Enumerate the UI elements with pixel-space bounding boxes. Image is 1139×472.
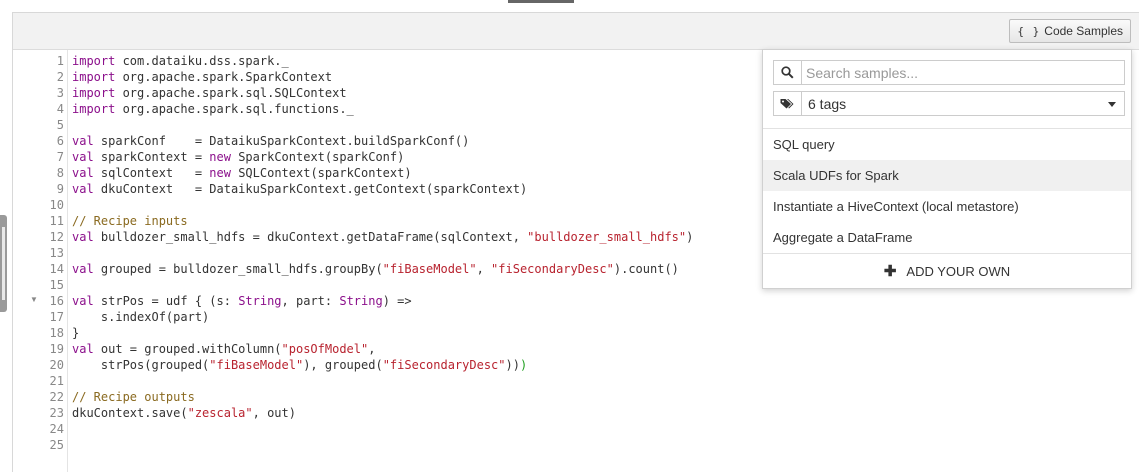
add-your-own-label: ADD YOUR OWN [906, 263, 1011, 279]
line-number: 9 [56, 182, 64, 196]
panel-resize-handle[interactable] [0, 215, 7, 312]
active-tab-indicator [508, 0, 574, 3]
line-number: 22 [49, 390, 64, 404]
code-line-20: strPos(grouped("fiBaseModel"), grouped("… [72, 358, 528, 372]
line-number: 8 [56, 166, 64, 180]
code-samples-popup: 6 tags SQL query Scala UDFs for Spark In… [762, 49, 1132, 289]
braces-icon: { } [1017, 24, 1041, 38]
line-number: 5 [56, 118, 64, 132]
fold-arrow-icon[interactable]: ▼ [30, 292, 38, 308]
code-line-4: import org.apache.spark.sql.functions._ [72, 102, 354, 116]
search-box [773, 60, 1130, 85]
code-line-11: // Recipe inputs [72, 214, 188, 228]
tags-select[interactable]: 6 tags [773, 91, 1125, 116]
line-number: 18 [49, 326, 64, 340]
line-number: 23 [49, 406, 64, 420]
line-number: 14 [49, 262, 64, 276]
line-number: 2 [56, 70, 64, 84]
line-number: 24 [49, 422, 64, 436]
line-number: 21 [49, 374, 64, 388]
sample-item-aggregate-dataframe[interactable]: Aggregate a DataFrame [763, 222, 1131, 253]
line-number: 1 [56, 54, 64, 68]
line-number: 6 [56, 134, 64, 148]
code-line-23: dkuContext.save("zescala", out) [72, 406, 296, 420]
editor-toolbar: { } Code Samples [13, 13, 1139, 50]
code-line-9: val dkuContext = DataikuSparkContext.get… [72, 182, 528, 196]
code-line-14: val grouped = bulldozer_small_hdfs.group… [72, 262, 679, 276]
sample-item-scala-udfs[interactable]: Scala UDFs for Spark [763, 160, 1131, 191]
line-number-gutter: 1 2 3 4 5 6 7 8 9 10 11 12 13 14 15 16 17 18 19 20 21 22 23 24 2… [13, 50, 68, 472]
code-line-8: val sqlContext = new SQLContext(sparkCon… [72, 166, 412, 180]
search-samples-input[interactable] [802, 61, 1130, 84]
code-line-19: val out = grouped.withColumn("posOfModel… [72, 342, 376, 356]
line-number: 3 [56, 86, 64, 100]
code-samples-button[interactable]: { } Code Samples [1009, 19, 1131, 43]
plus-icon: ✚ [883, 263, 897, 280]
code-line-22: // Recipe outputs [72, 390, 195, 404]
line-number: 20 [49, 358, 64, 372]
code-samples-label: Code Samples [1044, 24, 1123, 38]
add-your-own-button[interactable]: ✚ ADD YOUR OWN [763, 254, 1131, 288]
code-line-17: s.indexOf(part) [72, 310, 210, 324]
code-line-7: val sparkContext = new SparkContext(spar… [72, 150, 405, 164]
code-line-18: } [72, 326, 80, 340]
line-number: 13 [49, 246, 64, 260]
code-line-16: val strPos = udf { (s: String, part: Str… [72, 294, 412, 308]
search-icon [774, 61, 802, 84]
line-number: 25 [49, 438, 64, 452]
code-line-12: val bulldozer_small_hdfs = dkuContext.ge… [72, 230, 694, 244]
line-number: 10 [49, 198, 64, 212]
chevron-down-icon [1108, 102, 1116, 107]
code-line-6: val sparkConf = DataikuSparkContext.buil… [72, 134, 470, 148]
line-number: 4 [56, 102, 64, 116]
line-number: 12 [49, 230, 64, 244]
line-number: 19 [49, 342, 64, 356]
sample-item-sql-query[interactable]: SQL query [763, 129, 1131, 160]
tags-icon [774, 92, 802, 115]
tags-label: 6 tags [808, 96, 847, 112]
code-line-2: import org.apache.spark.SparkContext [72, 70, 333, 84]
line-number: 16 [49, 294, 64, 308]
line-number: 17 [49, 310, 64, 324]
sample-item-hivecontext[interactable]: Instantiate a HiveContext (local metasto… [763, 191, 1131, 222]
code-line-1: import com.dataiku.dss.spark._ [72, 54, 289, 68]
line-number: 7 [56, 150, 64, 164]
line-number: 15 [49, 278, 64, 292]
code-line-3: import org.apache.spark.sql.SQLContext [72, 86, 347, 100]
line-number: 11 [49, 214, 64, 228]
